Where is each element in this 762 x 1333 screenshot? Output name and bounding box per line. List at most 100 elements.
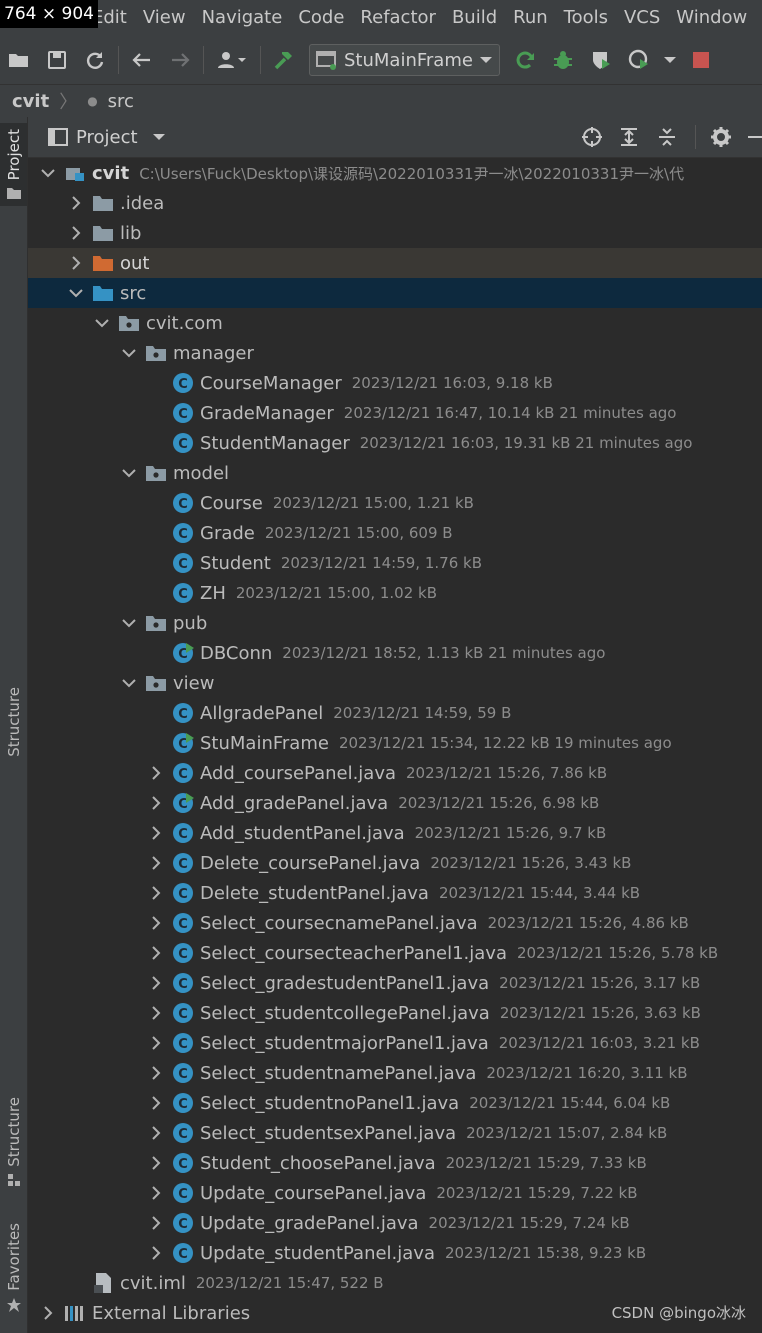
tree-item-cvit[interactable]: cvit C:\Users\Fuck\Desktop\课设源码\202201033…: [28, 158, 762, 188]
tree-item-add-coursepanel-java[interactable]: C Add_coursePanel.java 2023/12/21 15:26, 7…: [28, 758, 762, 788]
menu-tools[interactable]: Tools: [556, 0, 616, 36]
tree-item-idea[interactable]: .idea: [28, 188, 762, 218]
chevron-right-icon[interactable]: [146, 758, 166, 788]
collapse-all-icon[interactable]: [657, 127, 677, 147]
minimize-icon[interactable]: [748, 135, 762, 139]
back-button[interactable]: [123, 41, 161, 79]
chevron-down-icon[interactable]: [92, 308, 112, 338]
chevron-right-icon[interactable]: [146, 998, 166, 1028]
chevron-right-icon[interactable]: [146, 878, 166, 908]
tree-item-grademanager[interactable]: C GradeManager 2023/12/21 16:47, 10.14 kB …: [28, 398, 762, 428]
tree-item-grade[interactable]: C Grade 2023/12/21 15:00, 609 B: [28, 518, 762, 548]
chevron-right-icon[interactable]: [146, 1208, 166, 1238]
tree-item-select-gradestudentpanel1-java[interactable]: C Select_gradestudentPanel1.java 2023/12/2…: [28, 968, 762, 998]
breadcrumb-root[interactable]: cvit: [12, 91, 49, 112]
tree-item-student-choosepanel-java[interactable]: C Student_choosePanel.java 2023/12/21 15:2…: [28, 1148, 762, 1178]
panel-title[interactable]: Project: [76, 127, 138, 148]
tree-item-pub[interactable]: pub: [28, 608, 762, 638]
gear-icon[interactable]: [710, 126, 732, 148]
chevron-right-icon[interactable]: [146, 968, 166, 998]
chevron-right-icon[interactable]: [38, 1298, 58, 1328]
forward-button[interactable]: [161, 41, 199, 79]
sync-button[interactable]: [76, 41, 114, 79]
chevron-right-icon[interactable]: [146, 788, 166, 818]
tree-item-coursemanager[interactable]: C CourseManager 2023/12/21 16:03, 9.18 kB: [28, 368, 762, 398]
menu-navigate[interactable]: Navigate: [194, 0, 291, 36]
tree-item-manager[interactable]: manager: [28, 338, 762, 368]
tree-item-select-coursecnamepanel-java[interactable]: C Select_coursecnamePanel.java 2023/12/21 …: [28, 908, 762, 938]
favorites-tool-tab[interactable]: Favorites: [0, 1223, 27, 1313]
tree-item-studentmanager[interactable]: C StudentManager 2023/12/21 16:03, 19.31 k…: [28, 428, 762, 458]
menu-vcs[interactable]: VCS: [616, 0, 668, 36]
debug-button[interactable]: [544, 41, 582, 79]
chevron-right-icon[interactable]: [146, 1088, 166, 1118]
user-dropdown-button[interactable]: [208, 41, 256, 79]
tree-item-select-coursecteacherpanel1-java[interactable]: C Select_coursecteacherPanel1.java 2023/12…: [28, 938, 762, 968]
tree-item-update-gradepanel-java[interactable]: C Update_gradePanel.java 2023/12/21 15:29,…: [28, 1208, 762, 1238]
tree-item-cvit-iml[interactable]: cvit.iml 2023/12/21 15:47, 522 B: [28, 1268, 762, 1298]
more-run-options-button[interactable]: [658, 41, 682, 79]
chevron-right-icon[interactable]: [66, 188, 86, 218]
tree-item-out[interactable]: out: [28, 248, 762, 278]
chevron-right-icon[interactable]: [146, 1148, 166, 1178]
coverage-button[interactable]: [582, 41, 620, 79]
chevron-down-icon[interactable]: [38, 158, 58, 188]
chevron-right-icon[interactable]: [146, 848, 166, 878]
structure-bottom-tool-tab[interactable]: Structure: [0, 1097, 27, 1187]
chevron-down-icon[interactable]: [119, 668, 139, 698]
tree-item-update-studentpanel-java[interactable]: C Update_studentPanel.java 2023/12/21 15:3…: [28, 1238, 762, 1268]
tree-item-select-studentsexpanel-java[interactable]: C Select_studentsexPanel.java 2023/12/21 1…: [28, 1118, 762, 1148]
chevron-right-icon[interactable]: [146, 818, 166, 848]
tree-item-stumainframe[interactable]: C StuMainFrame 2023/12/21 15:34, 12.22 kB …: [28, 728, 762, 758]
locate-icon[interactable]: [581, 126, 603, 148]
chevron-right-icon[interactable]: [146, 1238, 166, 1268]
breadcrumb-current[interactable]: src: [108, 91, 134, 112]
tree-item-select-studentcollegepanel-java[interactable]: C Select_studentcollegePanel.java 2023/12/…: [28, 998, 762, 1028]
tree-item-student[interactable]: C Student 2023/12/21 14:59, 1.76 kB: [28, 548, 762, 578]
tree-item-delete-studentpanel-java[interactable]: C Delete_studentPanel.java 2023/12/21 15:4…: [28, 878, 762, 908]
tree-item-src[interactable]: src: [28, 278, 762, 308]
tree-item-zh[interactable]: C ZH 2023/12/21 15:00, 1.02 kB: [28, 578, 762, 608]
chevron-down-icon[interactable]: [119, 608, 139, 638]
tree-item-add-studentpanel-java[interactable]: C Add_studentPanel.java 2023/12/21 15:26, …: [28, 818, 762, 848]
stop-button[interactable]: [682, 41, 720, 79]
chevron-right-icon[interactable]: [146, 1178, 166, 1208]
menu-view[interactable]: View: [135, 0, 194, 36]
menu-code[interactable]: Code: [290, 0, 352, 36]
tree-item-delete-coursepanel-java[interactable]: C Delete_coursePanel.java 2023/12/21 15:26…: [28, 848, 762, 878]
structure-tool-tab[interactable]: Structure: [0, 687, 27, 757]
save-button[interactable]: [38, 41, 76, 79]
tree-item-select-studentnopanel1-java[interactable]: C Select_studentnoPanel1.java 2023/12/21 1…: [28, 1088, 762, 1118]
menu-run[interactable]: Run: [505, 0, 556, 36]
tree-item-view[interactable]: view: [28, 668, 762, 698]
chevron-right-icon[interactable]: [66, 218, 86, 248]
chevron-right-icon[interactable]: [146, 908, 166, 938]
chevron-down-icon[interactable]: [66, 278, 86, 308]
tree-item-select-studentmajorpanel1-java[interactable]: C Select_studentmajorPanel1.java 2023/12/2…: [28, 1028, 762, 1058]
tree-item-allgradepanel[interactable]: C AllgradePanel 2023/12/21 14:59, 59 B: [28, 698, 762, 728]
build-button[interactable]: [265, 41, 303, 79]
menu-build[interactable]: Build: [444, 0, 505, 36]
menu-window[interactable]: Window: [668, 0, 755, 36]
chevron-right-icon[interactable]: [146, 1058, 166, 1088]
tree-item-cvit-com[interactable]: cvit.com: [28, 308, 762, 338]
tree-item-model[interactable]: model: [28, 458, 762, 488]
run-configuration-select[interactable]: StuMainFrame: [309, 44, 500, 76]
tree-item-lib[interactable]: lib: [28, 218, 762, 248]
tree-item-add-gradepanel-java[interactable]: C Add_gradePanel.java 2023/12/21 15:26, 6.…: [28, 788, 762, 818]
tree-item-dbconn[interactable]: C DBConn 2023/12/21 18:52, 1.13 kB 21 minu…: [28, 638, 762, 668]
tree-item-course[interactable]: C Course 2023/12/21 15:00, 1.21 kB: [28, 488, 762, 518]
chevron-down-icon[interactable]: [152, 132, 166, 142]
chevron-down-icon[interactable]: [119, 338, 139, 368]
project-tool-tab[interactable]: Project: [0, 123, 27, 207]
chevron-right-icon[interactable]: [146, 938, 166, 968]
rerun-button[interactable]: [506, 41, 544, 79]
menu-refactor[interactable]: Refactor: [352, 0, 444, 36]
profile-button[interactable]: [620, 41, 658, 79]
open-folder-button[interactable]: [0, 41, 38, 79]
chevron-right-icon[interactable]: [66, 248, 86, 278]
chevron-right-icon[interactable]: [146, 1028, 166, 1058]
tree-item-update-coursepanel-java[interactable]: C Update_coursePanel.java 2023/12/21 15:29…: [28, 1178, 762, 1208]
expand-all-icon[interactable]: [619, 127, 639, 147]
chevron-right-icon[interactable]: [146, 1118, 166, 1148]
